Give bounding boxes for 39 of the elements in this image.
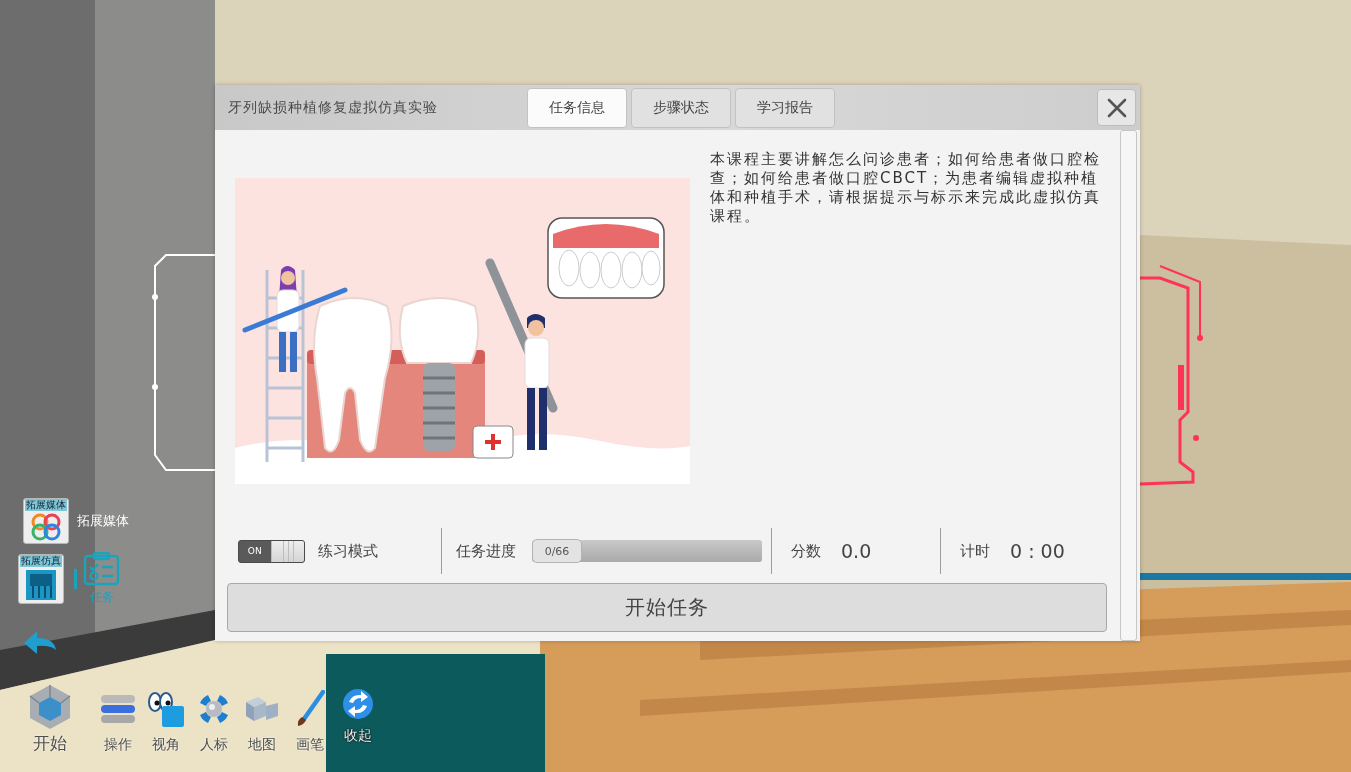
toolbar-button[interactable]: 开始 [20,681,80,753]
course-description: 本课程主要讲解怎么问诊患者；如何给患者做口腔检查；如何给患者做口腔CBCT；为患者编辑虚拟种植体和种植手术，请根据提示与标示来完成此虚拟仿真课程。 [710,150,1102,226]
colorful-rings-icon [29,513,63,541]
clipboard-checklist-icon [83,552,120,586]
dialog-title: 牙列缺损种植修复虚拟仿真实验 [227,98,439,117]
toolbar-button[interactable]: 地图 [238,681,286,753]
close-button[interactable] [1097,89,1136,126]
toggle-knob[interactable] [270,540,304,562]
score-label: 分数 [791,541,821,561]
progress-label: 任务进度 [456,541,516,561]
timer-value: 0 : 00 [1010,540,1065,562]
cube-icon [28,683,72,731]
tile-caption: 拓展媒体 [25,499,67,511]
close-icon [1106,97,1127,118]
toolbar-button[interactable]: 操作 [94,681,142,753]
score-value: 0.0 [841,540,872,562]
toolbar-button[interactable]: 人标 [190,681,238,753]
paintbrush-icon [295,689,325,728]
timer-label: 计时 [960,541,990,561]
scrollbar[interactable] [1120,130,1137,641]
tab[interactable]: 步骤状态 [631,87,731,128]
progress-handle: 0/66 [532,539,582,563]
toolbar-button[interactable]: 收起 [334,681,382,753]
toggle-switch[interactable]: ON [238,539,305,563]
start-task-button[interactable]: 开始任务 [227,583,1107,632]
toolbar-button[interactable]: 画笔 [286,681,334,753]
simulation-tile[interactable]: 拓展仿真 [18,554,64,604]
circular-arrows-icon [342,688,374,720]
back-arrow-icon[interactable] [24,630,56,655]
tab[interactable]: 任务信息 [527,87,627,128]
practice-mode-label: 练习模式 [318,541,378,561]
selection-bar [74,569,77,589]
media-tile[interactable]: 拓展媒体 [23,498,69,544]
eyes-cube-icon [147,689,185,728]
tile-caption: 拓展仿真 [20,555,62,567]
layers-icon [100,693,136,724]
toolbar-button[interactable]: 视角 [142,681,190,753]
tab[interactable]: 学习报告 [735,87,835,128]
machine-icon [25,569,57,601]
